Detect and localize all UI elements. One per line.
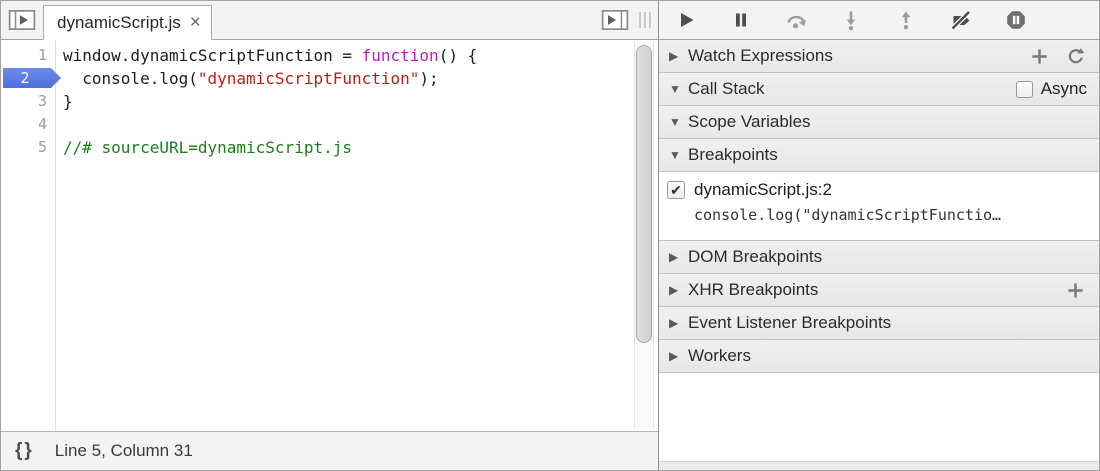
tabbar-right-controls	[599, 5, 658, 35]
section-label: Event Listener Breakpoints	[688, 313, 891, 333]
code-text: window.dynamicScriptFunction = function(…	[56, 44, 477, 67]
sidebar-sections: ▶ Watch Expressions ▼ Call Stack	[659, 40, 1099, 470]
code-line[interactable]: 1window.dynamicScriptFunction = function…	[1, 44, 658, 67]
code-text: }	[56, 90, 73, 113]
chevron-right-icon: ▶	[669, 283, 685, 297]
chevron-right-icon: ▶	[669, 349, 685, 363]
devtools-sources-panel: dynamicScript.js × 1window.dynamicScrip	[0, 0, 1100, 471]
show-navigator-glyph	[8, 7, 36, 33]
section-breakpoints[interactable]: ▼ Breakpoints	[659, 139, 1099, 172]
section-label: DOM Breakpoints	[688, 247, 822, 267]
section-label: Breakpoints	[688, 145, 778, 165]
section-watch-expressions[interactable]: ▶ Watch Expressions	[659, 40, 1099, 73]
section-label: Workers	[688, 346, 751, 366]
source-editor-panel: dynamicScript.js × 1window.dynamicScrip	[1, 1, 658, 470]
chevron-down-icon: ▼	[669, 82, 685, 96]
add-watch-expression-icon[interactable]	[1027, 44, 1051, 68]
section-dom-breakpoints[interactable]: ▶ DOM Breakpoints	[659, 241, 1099, 274]
step-into-icon[interactable]	[840, 9, 862, 31]
debugger-sidebar: ▶ Watch Expressions ▼ Call Stack	[658, 1, 1099, 470]
breakpoint-entry[interactable]: ✔ dynamicScript.js:2 console.log("dynami…	[659, 172, 1099, 241]
execution-line-marker[interactable]: 2	[1, 67, 56, 90]
section-label: Scope Variables	[688, 112, 811, 132]
breakpoint-snippet: console.log("dynamicScriptFunctio…	[694, 206, 1091, 224]
chevron-right-icon: ▶	[669, 250, 685, 264]
pause-on-exceptions-icon[interactable]	[1005, 9, 1027, 31]
step-over-icon[interactable]	[785, 9, 807, 31]
scrollbar-thumb[interactable]	[636, 45, 652, 343]
breakpoint-checkbox[interactable]: ✔	[667, 181, 685, 199]
section-label: Call Stack	[688, 79, 765, 99]
section-event-listener-breakpoints[interactable]: ▶ Event Listener Breakpoints	[659, 307, 1099, 340]
editor-status-bar: {} Line 5, Column 31	[1, 431, 658, 470]
code-text: console.log("dynamicScriptFunction");	[56, 67, 439, 90]
code-lines: 1window.dynamicScriptFunction = function…	[1, 40, 658, 159]
debugger-toolbar	[659, 1, 1099, 40]
add-xhr-breakpoint-icon[interactable]	[1063, 278, 1087, 302]
section-xhr-breakpoints[interactable]: ▶ XHR Breakpoints	[659, 274, 1099, 307]
line-number[interactable]: 1	[1, 44, 56, 67]
line-number[interactable]: 4	[1, 113, 56, 136]
close-icon[interactable]: ×	[190, 13, 201, 32]
file-tab-bar: dynamicScript.js ×	[1, 1, 658, 40]
show-drawer-icon[interactable]	[599, 5, 631, 35]
section-label: Watch Expressions	[688, 46, 833, 66]
chevron-down-icon: ▼	[669, 148, 685, 162]
sidebar-empty-area	[659, 373, 1099, 462]
execution-pointer-flag: 2	[3, 68, 61, 88]
async-checkbox[interactable]	[1016, 81, 1033, 98]
panel-splitter-grip[interactable]	[637, 12, 653, 28]
pretty-print-icon[interactable]: {}	[1, 440, 46, 462]
chevron-right-icon: ▶	[669, 316, 685, 330]
tab-title: dynamicScript.js	[57, 13, 181, 33]
code-line[interactable]: 3}	[1, 90, 658, 113]
deactivate-breakpoints-icon[interactable]	[950, 9, 972, 31]
cursor-position-text: Line 5, Column 31	[55, 441, 193, 461]
section-scope-variables[interactable]: ▼ Scope Variables	[659, 106, 1099, 139]
line-number[interactable]: 3	[1, 90, 56, 113]
section-label: XHR Breakpoints	[688, 280, 818, 300]
code-text: //# sourceURL=dynamicScript.js	[56, 136, 352, 159]
chevron-right-icon: ▶	[669, 49, 685, 63]
code-line[interactable]: 2 console.log("dynamicScriptFunction");	[1, 67, 658, 90]
refresh-watch-icon[interactable]	[1063, 44, 1087, 68]
breakpoint-location: dynamicScript.js:2	[694, 180, 832, 200]
section-call-stack[interactable]: ▼ Call Stack Async	[659, 73, 1099, 106]
code-line[interactable]: 4	[1, 113, 658, 136]
show-navigator-icon[interactable]	[6, 5, 38, 35]
editor-scrollbar[interactable]	[634, 41, 654, 429]
step-out-icon[interactable]	[895, 9, 917, 31]
line-number[interactable]: 5	[1, 136, 56, 159]
code-line[interactable]: 5//# sourceURL=dynamicScript.js	[1, 136, 658, 159]
check-icon: ✔	[670, 182, 682, 199]
section-workers[interactable]: ▶ Workers	[659, 340, 1099, 373]
code-text	[56, 113, 63, 136]
async-label: Async	[1041, 79, 1087, 99]
tab-dynamicscript-js[interactable]: dynamicScript.js ×	[43, 5, 212, 40]
code-editor[interactable]: 1window.dynamicScriptFunction = function…	[1, 40, 658, 431]
chevron-down-icon: ▼	[669, 115, 685, 129]
pause-icon[interactable]	[730, 9, 752, 31]
show-drawer-glyph	[601, 7, 629, 33]
resume-icon[interactable]	[675, 9, 697, 31]
